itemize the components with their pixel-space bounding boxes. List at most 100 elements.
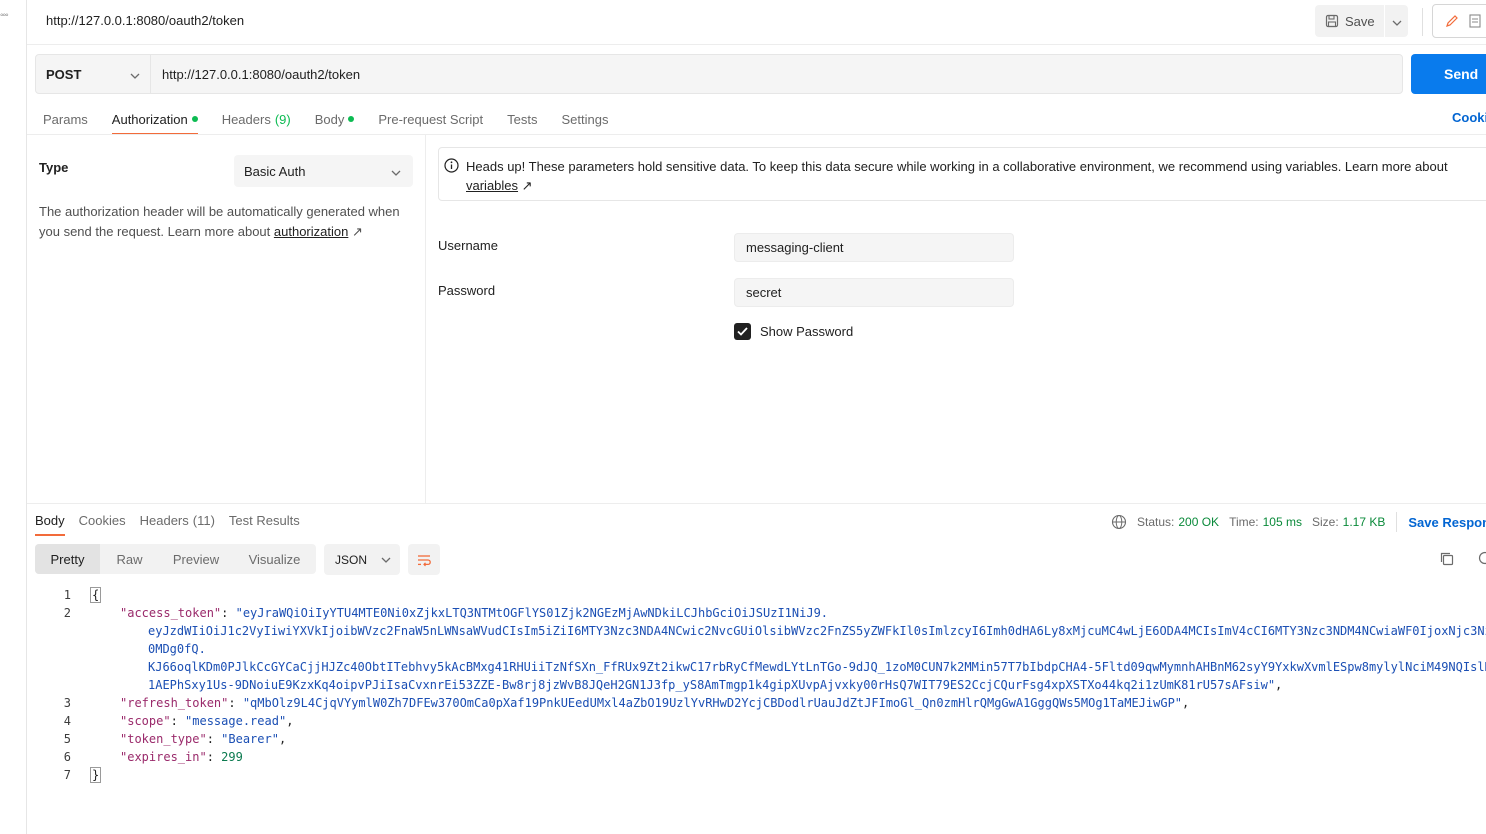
- json-string: "qMbOlz9L4CjqVYymlW0Zh7DFEw370OmCa0pXaf1…: [242, 696, 1183, 710]
- tab-settings-label: Settings: [561, 111, 609, 127]
- response-tab-headers-label: Headers: [139, 512, 189, 528]
- auth-description: The authorization header will be automat…: [39, 202, 409, 242]
- response-tab-test-results-label: Test Results: [228, 512, 300, 528]
- json-string: 1AEPhSxy1Us-9DNoiuE9KzxKq4oipvPJiIsaCvxn…: [148, 678, 1276, 692]
- json-string: 0MDg0fQ.: [148, 642, 206, 656]
- more-icon[interactable]: ◦◦◦: [0, 10, 9, 21]
- format-value: JSON: [335, 552, 368, 567]
- response-headers-count: (11): [192, 512, 215, 528]
- username-input[interactable]: messaging-client: [734, 233, 1014, 262]
- json-number: 299: [221, 750, 243, 764]
- cookies-link[interactable]: Cookies: [1452, 110, 1486, 125]
- tab-authorization-label: Authorization: [111, 111, 188, 127]
- tab-authorization[interactable]: Authorization: [111, 103, 198, 135]
- save-icon: [1325, 14, 1339, 28]
- status-dot: [191, 116, 198, 122]
- tab-params-label: Params: [43, 111, 88, 127]
- tab-tests-label: Tests: [507, 111, 538, 127]
- line-number: 2: [63, 606, 71, 620]
- auth-type-label: Type: [39, 160, 69, 175]
- json-key: "refresh_token": [120, 696, 229, 710]
- info-icon: [444, 158, 459, 173]
- close-brace: }: [89, 767, 102, 783]
- json-string: KJ66oqlKDm0PJlkCcGYCaCjjHJZc40ObtITebhvy…: [148, 660, 1486, 674]
- response-meta: Status: 200 OK Time: 105 ms Size: 1.17 K…: [1111, 512, 1486, 532]
- time-value[interactable]: 105 ms: [1263, 515, 1302, 529]
- pencil-icon[interactable]: [1445, 14, 1459, 28]
- document-icon[interactable]: [1469, 14, 1481, 28]
- json-string: "eyJraWQiOiIyYTU4MTE0Ni0xZjkxLTQ3NTMtOGF…: [235, 606, 829, 620]
- sidebar-strip: ◦◦◦: [0, 0, 27, 834]
- response-tab-test-results[interactable]: Test Results: [229, 505, 300, 535]
- line-number: 5: [63, 732, 71, 746]
- response-divider: [27, 503, 1486, 504]
- chevron-down-icon: [391, 164, 401, 179]
- request-header: http://127.0.0.1:8080/oauth2/token Save: [27, 0, 1486, 45]
- wrap-lines-button[interactable]: [408, 544, 440, 575]
- save-button-label-area[interactable]: Save: [1315, 5, 1384, 37]
- authorization-link[interactable]: authorization: [274, 224, 348, 239]
- method-value: POST: [46, 66, 82, 82]
- request-title[interactable]: http://127.0.0.1:8080/oauth2/token: [46, 13, 244, 28]
- view-raw-button[interactable]: Raw: [100, 544, 159, 574]
- checkmark-icon: [737, 327, 748, 336]
- response-tab-cookies[interactable]: Cookies: [79, 505, 126, 535]
- json-key: "scope": [120, 714, 171, 728]
- save-response-button[interactable]: Save Response: [1408, 515, 1486, 530]
- view-visualize-button[interactable]: Visualize: [233, 544, 316, 574]
- external-link-icon: ↗: [351, 224, 363, 239]
- json-string: "Bearer": [221, 732, 279, 746]
- response-tabs: Body Cookies Headers (11) Test Results: [35, 505, 300, 537]
- json-key: "token_type": [120, 732, 207, 746]
- response-tab-headers[interactable]: Headers (11): [140, 505, 215, 535]
- show-password-checkbox[interactable]: [734, 323, 751, 340]
- status-dot: [348, 116, 355, 122]
- response-tab-body-label: Body: [35, 512, 65, 528]
- copy-icon[interactable]: [1439, 551, 1455, 567]
- show-password-label: Show Password: [760, 324, 854, 339]
- headers-count: (9): [274, 111, 291, 127]
- tab-headers-label: Headers: [221, 111, 271, 127]
- tab-pre-request-script[interactable]: Pre-request Script: [378, 103, 483, 135]
- line-number: 1: [63, 588, 71, 602]
- auth-type-select[interactable]: Basic Auth: [234, 155, 413, 187]
- save-options-chevron-icon[interactable]: [1385, 14, 1408, 29]
- line-number: 6: [63, 750, 71, 764]
- status-value[interactable]: 200 OK: [1178, 515, 1219, 529]
- save-button[interactable]: Save: [1315, 5, 1408, 37]
- url-input[interactable]: http://127.0.0.1:8080/oauth2/token: [151, 55, 1402, 93]
- tab-body-label: Body: [314, 111, 345, 127]
- size-value[interactable]: 1.17 KB: [1343, 515, 1386, 529]
- tab-settings[interactable]: Settings: [561, 103, 608, 135]
- view-pretty-button[interactable]: Pretty: [35, 544, 100, 574]
- response-tab-cookies-label: Cookies: [78, 512, 126, 528]
- tab-body[interactable]: Body: [315, 103, 355, 135]
- search-icon[interactable]: [1478, 551, 1486, 567]
- json-string: "message.read": [185, 714, 287, 728]
- method-select[interactable]: POST: [36, 55, 151, 93]
- tab-pre-request-label: Pre-request Script: [378, 111, 484, 127]
- tab-params[interactable]: Params: [43, 103, 88, 135]
- save-label: Save: [1345, 13, 1375, 29]
- view-preview-button[interactable]: Preview: [159, 544, 233, 574]
- tab-headers[interactable]: Headers (9): [222, 103, 291, 135]
- json-key: "access_token": [120, 606, 222, 620]
- toolbar-divider: [1422, 8, 1423, 36]
- url-bar: POST http://127.0.0.1:8080/oauth2/token: [35, 54, 1403, 94]
- size-label: Size:: [1311, 515, 1339, 529]
- password-input[interactable]: secret: [734, 278, 1014, 307]
- tab-tests[interactable]: Tests: [507, 103, 537, 135]
- format-select[interactable]: JSON: [324, 544, 400, 575]
- open-brace: {: [89, 587, 102, 603]
- sensitive-data-notice: Heads up! These parameters hold sensitiv…: [438, 147, 1486, 201]
- show-password-option[interactable]: Show Password: [734, 323, 853, 340]
- globe-icon[interactable]: [1111, 514, 1127, 530]
- time-label: Time:: [1229, 515, 1259, 529]
- json-string: eyJzdWIiOiJ1c2VyIiwiYXVkIjoibWVzc2FnaW5n…: [148, 624, 1486, 638]
- variables-link[interactable]: variables: [466, 178, 518, 193]
- response-tab-body[interactable]: Body: [35, 505, 65, 536]
- view-toggle[interactable]: [1432, 4, 1486, 38]
- chevron-down-icon: [381, 557, 391, 563]
- username-label: Username: [438, 238, 498, 253]
- send-button[interactable]: Send: [1411, 54, 1486, 94]
